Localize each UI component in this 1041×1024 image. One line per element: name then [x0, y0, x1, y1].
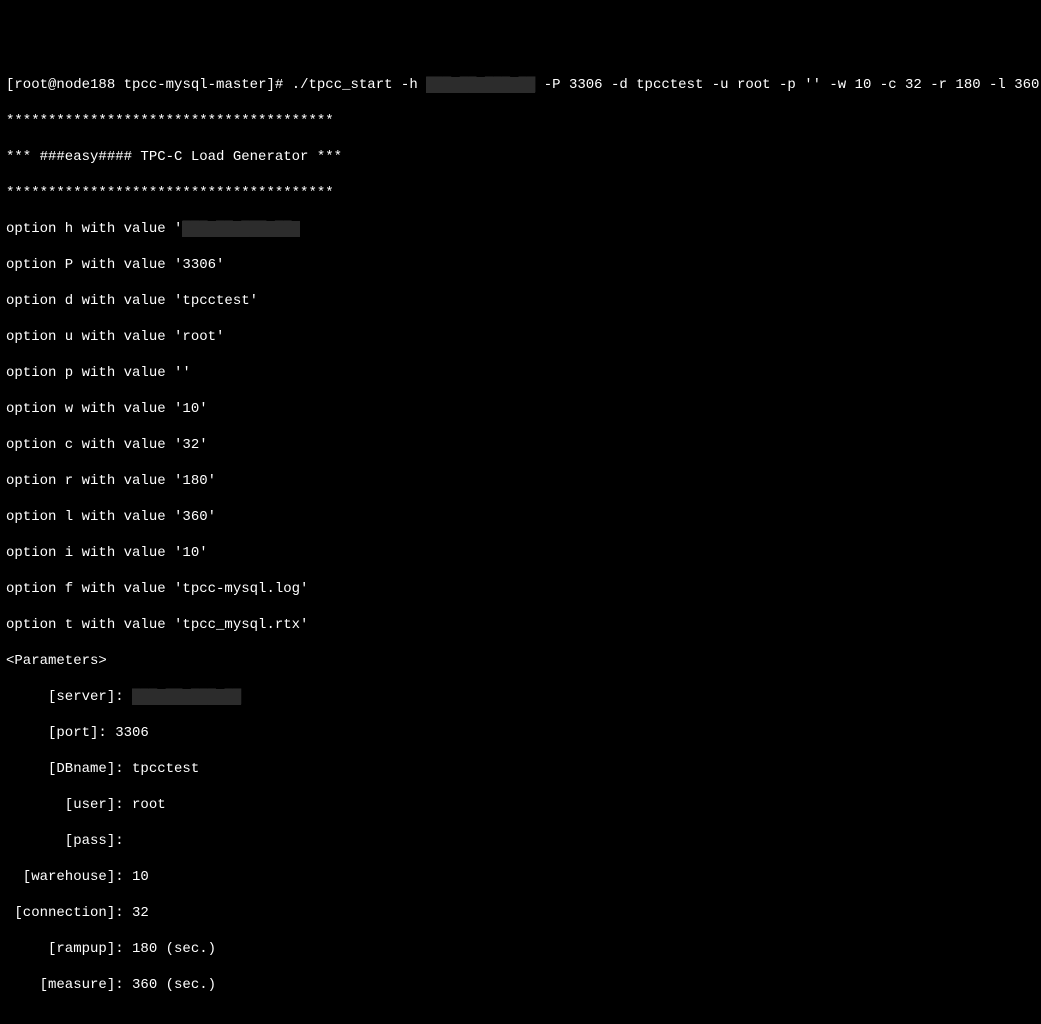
prompt-cwd: tpcc-mysql-master [124, 77, 267, 93]
param-server: [server]: ███.██.███.██ [6, 688, 1035, 706]
option-t: option t with value 'tpcc_mysql.rtx' [6, 616, 1035, 634]
cmd-pre: -h [393, 77, 427, 93]
option-d: option d with value 'tpcctest' [6, 292, 1035, 310]
divider-1: *************************************** [6, 112, 1035, 130]
param-measure: [measure]: 360 (sec.) [6, 976, 1035, 994]
prompt-space [115, 77, 123, 93]
title-line: *** ###easy#### TPC-C Load Generator *** [6, 148, 1035, 166]
option-f: option f with value 'tpcc-mysql.log' [6, 580, 1035, 598]
option-p: option p with value '' [6, 364, 1035, 382]
param-warehouse: [warehouse]: 10 [6, 868, 1035, 886]
param-pass: [pass]: [6, 832, 1035, 850]
cmd-name: ./tpcc_start [292, 77, 393, 93]
param-connection: [connection]: 32 [6, 904, 1035, 922]
option-i: option i with value '10' [6, 544, 1035, 562]
prompt-sep [283, 77, 291, 93]
param-port: [port]: 3306 [6, 724, 1035, 742]
cmd-rest: -P 3306 -d tpcctest -u root -p '' -w 10 … [535, 77, 1041, 93]
prompt-close: ] [266, 77, 274, 93]
option-h-redact: ███.██.███ ██' [182, 221, 300, 237]
param-server-redact: ███.██.███.██ [132, 689, 241, 705]
option-h-pre: option h with value ' [6, 221, 182, 237]
blank-line [6, 1012, 1035, 1024]
prompt-host: node188 [56, 77, 115, 93]
prompt-line[interactable]: [root@node188 tpcc-mysql-master]# ./tpcc… [6, 76, 1035, 94]
param-user: [user]: root [6, 796, 1035, 814]
param-server-label: [server]: [6, 689, 132, 705]
option-P: option P with value '3306' [6, 256, 1035, 274]
param-dbname: [DBname]: tpcctest [6, 760, 1035, 778]
option-h: option h with value '███.██.███ ██' [6, 220, 1035, 238]
cmd-host-redacted: ███.██.███.██ [426, 77, 535, 93]
option-r: option r with value '180' [6, 472, 1035, 490]
prompt-user: root [14, 77, 48, 93]
option-c: option c with value '32' [6, 436, 1035, 454]
divider-2: *************************************** [6, 184, 1035, 202]
option-l: option l with value '360' [6, 508, 1035, 526]
parameters-header: <Parameters> [6, 652, 1035, 670]
param-rampup: [rampup]: 180 (sec.) [6, 940, 1035, 958]
option-u: option u with value 'root' [6, 328, 1035, 346]
option-w: option w with value '10' [6, 400, 1035, 418]
